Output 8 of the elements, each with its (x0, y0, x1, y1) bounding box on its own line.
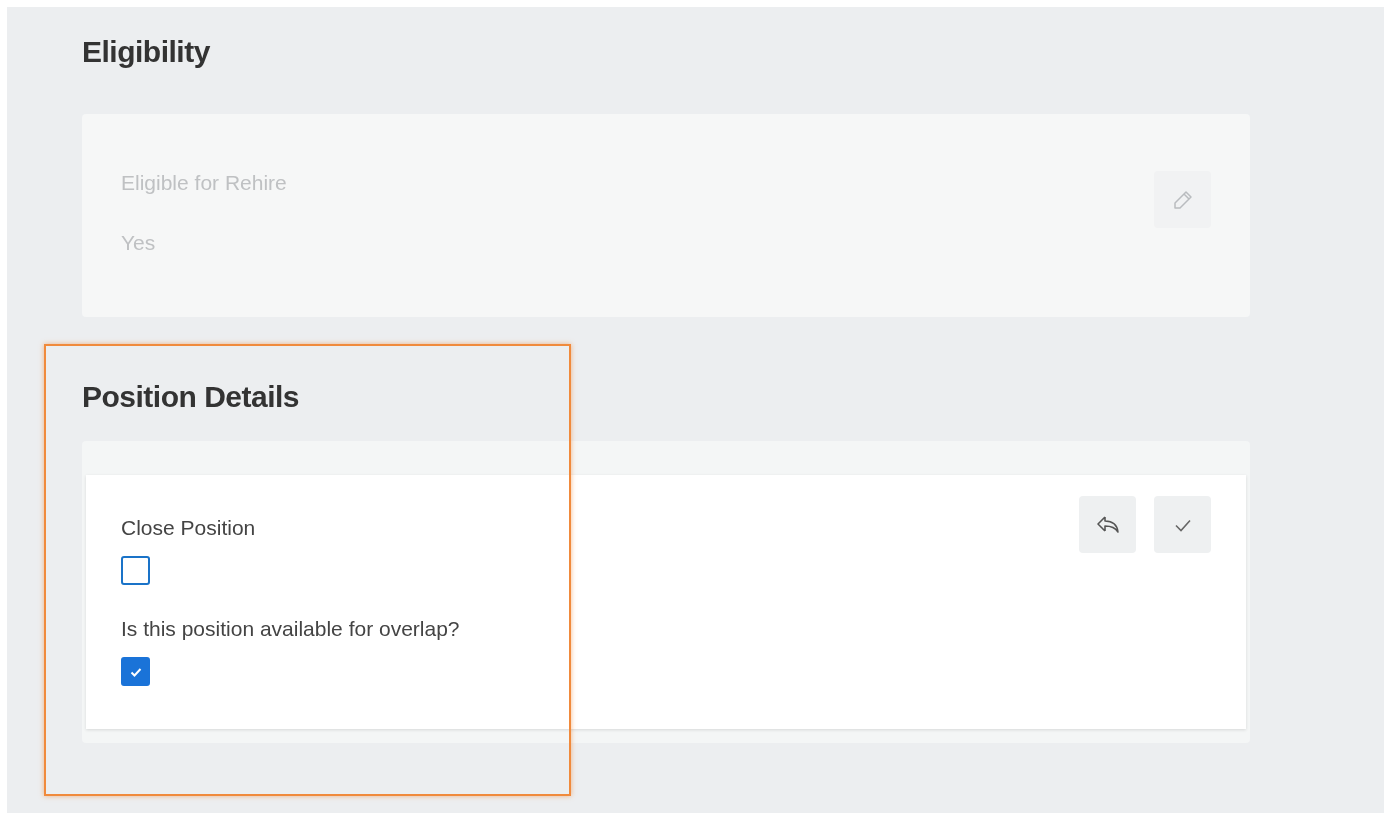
section-title: Position Details (82, 380, 301, 415)
field-label: Is this position available for overlap? (121, 617, 460, 641)
field-label: Close Position (121, 516, 257, 540)
checkbox[interactable] (121, 657, 150, 686)
undo-button[interactable] (1079, 496, 1136, 553)
section-title: Eligibility (82, 35, 211, 70)
checkbox[interactable] (121, 556, 150, 585)
reply-arrow-icon (1094, 513, 1121, 536)
